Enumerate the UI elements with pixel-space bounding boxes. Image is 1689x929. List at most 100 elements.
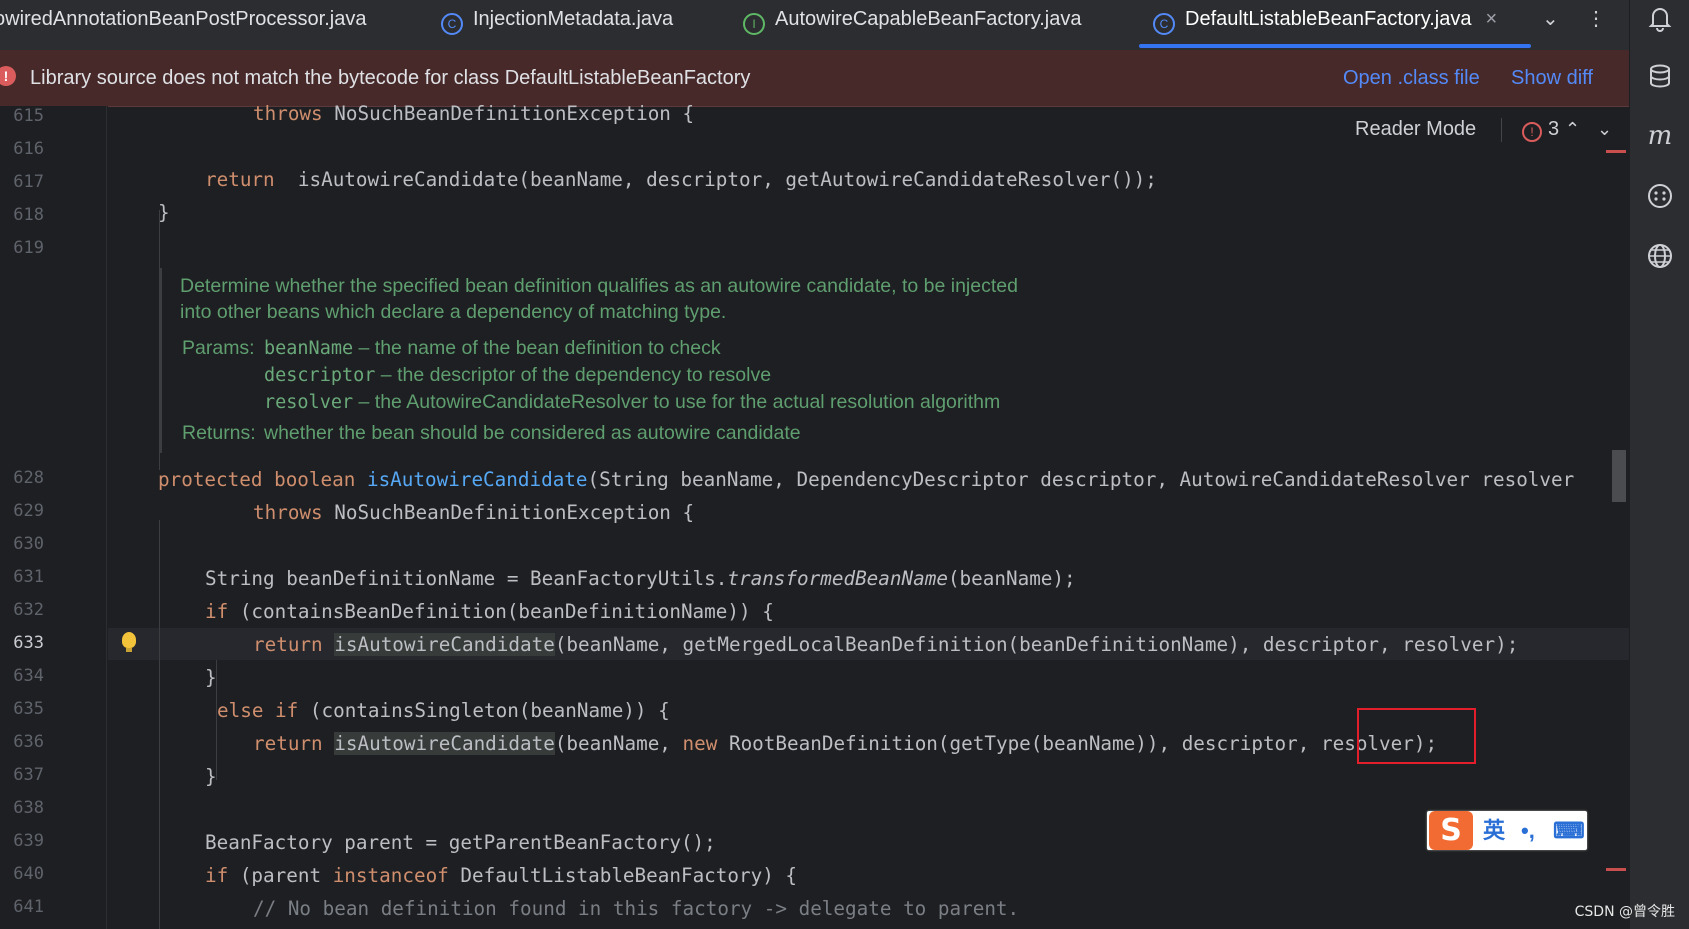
line-number: 615	[13, 106, 44, 126]
ime-punctuation[interactable]: •,	[1521, 811, 1535, 850]
database-icon[interactable]	[1644, 62, 1676, 94]
line-number: 617	[13, 172, 44, 192]
param-name: resolver	[264, 392, 354, 413]
bytecode-mismatch-banner: ! Library source does not match the byte…	[0, 50, 1629, 107]
more-icon[interactable]: ⋮	[1586, 0, 1606, 40]
globe-icon[interactable]	[1644, 242, 1676, 274]
line-number: 639	[13, 831, 44, 851]
keyword: return	[205, 168, 275, 191]
code-line-636[interactable]: return isAutowireCandidate(beanName, new…	[253, 732, 1437, 756]
param-desc: – the name of the bean definition to che…	[353, 337, 721, 359]
tab-default-listable-bean-factory[interactable]: C DefaultListableBeanFactory.java ×	[1153, 0, 1497, 40]
code-line-639[interactable]: BeanFactory parent = getParentBeanFactor…	[205, 831, 716, 855]
doc-param-2: descriptor – the descriptor of the depen…	[264, 364, 771, 387]
keyword: return	[253, 732, 323, 755]
tab-autowire-capable-bean-factory[interactable]: I AutowireCapableBeanFactory.java	[743, 0, 1081, 40]
line-number: 628	[13, 468, 44, 488]
code-line-632[interactable]: if (containsBeanDefinition(beanDefinitio…	[205, 600, 774, 624]
close-icon[interactable]: ×	[1485, 8, 1497, 30]
code-line-640[interactable]: if (parent instanceof DefaultListableBea…	[205, 864, 797, 888]
tab-injection-metadata[interactable]: C InjectionMetadata.java	[441, 0, 673, 40]
param-desc: – the AutowireCandidateResolver to use f…	[353, 391, 1001, 413]
plugin-face-icon[interactable]	[1644, 182, 1676, 214]
keyword: boolean	[274, 468, 356, 491]
doc-line-2: into other beans which declare a depende…	[180, 301, 727, 323]
error-stripe-marker[interactable]	[1606, 150, 1626, 153]
error-stripe-marker[interactable]	[1606, 868, 1626, 871]
code-line-617[interactable]: return isAutowireCandidate(beanName, des…	[205, 168, 1157, 192]
code-line-641[interactable]: // No bean definition found in this fact…	[253, 897, 1019, 921]
code-line-635[interactable]: else if (containsSingleton(beanName)) {	[217, 699, 670, 723]
code-text: (containsSingleton(beanName)) {	[298, 699, 670, 722]
editor-tab-bar: owiredAnnotationBeanPostProcessor.java C…	[0, 0, 1629, 50]
tab-autowired-annotation-bean-post-processor[interactable]: owiredAnnotationBeanPostProcessor.java	[0, 0, 366, 40]
line-number: 634	[13, 666, 44, 686]
code-text: (beanName,	[554, 732, 683, 755]
tab-label: DefaultListableBeanFactory.java	[1185, 8, 1472, 30]
scrollbar-thumb[interactable]	[1612, 450, 1626, 502]
code-text: (beanName);	[947, 567, 1076, 590]
next-error-icon[interactable]: ⌄	[1597, 114, 1612, 144]
code-text: NoSuchBeanDefinitionException {	[322, 501, 695, 524]
code-text: String beanDefinitionName = BeanFactoryU…	[205, 567, 728, 590]
code-line-634[interactable]: }	[205, 666, 217, 690]
line-number: 641	[13, 897, 44, 917]
keyword: protected	[158, 468, 263, 491]
error-counter[interactable]: ! 3	[1522, 114, 1559, 144]
code-line-615[interactable]: throws NoSuchBeanDefinitionException {	[253, 102, 694, 126]
show-diff-link[interactable]: Show diff	[1511, 50, 1593, 106]
notifications-bell-icon[interactable]	[1644, 4, 1676, 36]
chevron-down-icon[interactable]: ⌄	[1542, 0, 1559, 40]
code-line-633[interactable]: return isAutowireCandidate(beanName, get…	[253, 633, 1518, 657]
code-text: (parent	[228, 864, 333, 887]
line-number: 618	[13, 205, 44, 225]
input-method-toolbar[interactable]: S 英 •, ⌨	[1427, 811, 1587, 850]
code-line-628[interactable]: protected boolean isAutowireCandidate(St…	[158, 468, 1574, 492]
keyword: instanceof	[332, 864, 449, 887]
static-method: transformedBeanName	[727, 567, 948, 590]
tab-label: AutowireCapableBeanFactory.java	[775, 8, 1082, 30]
keyboard-icon[interactable]: ⌨	[1553, 811, 1585, 850]
line-number-current: 633	[13, 633, 44, 653]
right-tool-window-bar: m	[1629, 0, 1689, 929]
doc-param-3: resolver – the AutowireCandidateResolver…	[264, 391, 1000, 414]
method-name: isAutowireCandidate	[366, 468, 588, 491]
doc-returns-label: Returns:	[182, 422, 256, 444]
param-name: beanName	[264, 338, 354, 359]
lightbulb-icon[interactable]	[122, 632, 136, 652]
highlighted-usage: isAutowireCandidate	[334, 633, 555, 656]
maven-icon[interactable]: m	[1644, 120, 1676, 152]
code-line-629[interactable]: throws NoSuchBeanDefinitionException {	[253, 501, 694, 525]
sogou-logo-icon: S	[1429, 811, 1473, 850]
param-name: descriptor	[264, 365, 376, 386]
indent-guide	[159, 520, 160, 929]
keyword: throws	[253, 501, 323, 524]
line-number: 632	[13, 600, 44, 620]
doc-param-1: beanName – the name of the bean definiti…	[264, 337, 721, 360]
error-icon: !	[1522, 122, 1542, 142]
ime-language[interactable]: 英	[1483, 811, 1505, 850]
open-class-file-link[interactable]: Open .class file	[1343, 50, 1480, 106]
line-number: 640	[13, 864, 44, 884]
keyword: new	[682, 732, 718, 755]
line-number-gutter: 615 616 617 618 619 628 629 630 631 632 …	[0, 106, 108, 929]
tab-label: InjectionMetadata.java	[473, 8, 674, 30]
line-number: 630	[13, 534, 44, 554]
code-text: (containsBeanDefinition(beanDefinitionNa…	[228, 600, 774, 623]
code-text: isAutowireCandidate(beanName, descriptor…	[286, 168, 1157, 191]
previous-error-icon[interactable]: ⌃	[1565, 114, 1580, 144]
line-number: 637	[13, 765, 44, 785]
keyword: return	[253, 633, 323, 656]
reader-mode-toggle[interactable]: Reader Mode	[1355, 114, 1476, 144]
doc-returns-desc: whether the bean should be considered as…	[264, 422, 801, 444]
active-tab-indicator	[1139, 44, 1531, 48]
code-text: (String beanName, DependencyDescriptor d…	[587, 468, 1575, 491]
code-line-631[interactable]: String beanDefinitionName = BeanFactoryU…	[205, 567, 1076, 591]
line-number: 629	[13, 501, 44, 521]
code-line-637[interactable]: }	[205, 765, 217, 789]
error-icon: !	[0, 66, 16, 86]
highlight-box-resolver	[1357, 708, 1476, 764]
code-text: NoSuchBeanDefinitionException {	[322, 102, 695, 125]
code-line-618[interactable]: }	[158, 201, 170, 225]
watermark: CSDN @曾令胜	[1574, 904, 1675, 920]
